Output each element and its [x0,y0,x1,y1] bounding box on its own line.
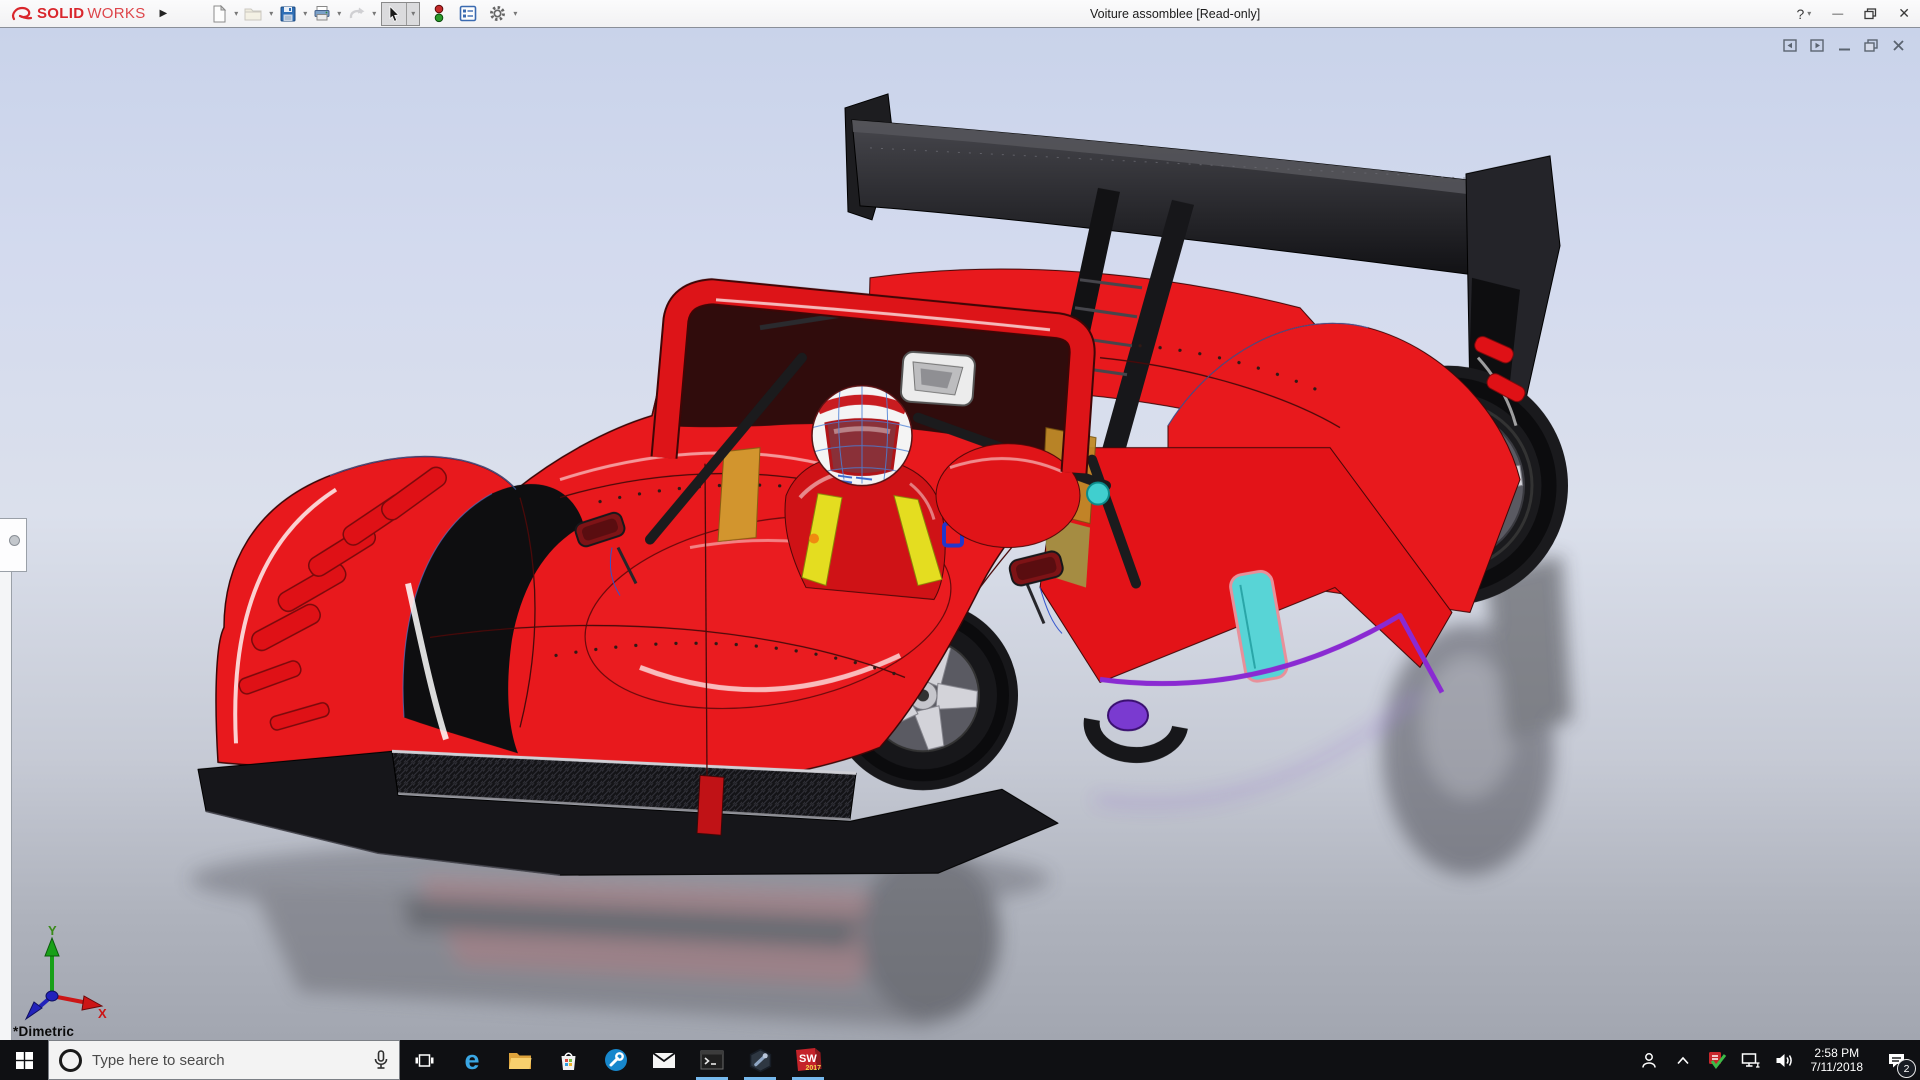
diagnostics-hexagon-icon [749,1049,772,1072]
volume-icon[interactable] [1770,1040,1800,1080]
close-button[interactable]: ✕ [1898,5,1910,22]
app-title-bar: SOLIDWORKS ▶ ▾ ▾ ▾ ▾ ▾ ▾ [0,0,1920,28]
dropdown-caret-icon[interactable]: ▾ [335,9,343,18]
menu-expand-arrow-icon[interactable]: ▶ [160,8,168,19]
undo-button[interactable] [344,2,369,26]
support-wrench-button[interactable] [592,1040,640,1080]
app-window-controls: ?▾ — ✕ [1796,0,1910,27]
rebuild-button[interactable] [429,2,449,26]
task-view-button[interactable] [400,1040,448,1080]
mail-button[interactable] [640,1040,688,1080]
options-gear-icon [488,4,507,23]
support-wrench-icon [604,1048,628,1072]
hidden-icons-chevron-icon[interactable] [1668,1040,1698,1080]
teal-fitting [1087,483,1109,505]
search-input[interactable]: Type here to search [48,1040,400,1080]
command-prompt-icon [700,1050,724,1070]
feature-pane-splitter[interactable] [0,518,12,1040]
minimize-icon[interactable] [1836,38,1852,52]
clock-date: 7/11/2018 [1811,1060,1864,1074]
solidworks-logo: SOLIDWORKS [0,0,154,27]
window-title: Voiture assomblee [Read-only] [1090,0,1260,27]
people-icon[interactable] [1634,1040,1664,1080]
taskbar-clock[interactable]: 2:58 PM 7/11/2018 [1804,1046,1871,1074]
open-button[interactable] [241,2,266,26]
help-button[interactable]: ?▾ [1796,6,1811,22]
brand-name-bold: SOLID [37,5,84,22]
triad-x-label: X [98,1006,107,1021]
system-tray: 2:58 PM 7/11/2018 2 [1634,1040,1920,1080]
solidworks-app-window: SOLIDWORKS ▶ ▾ ▾ ▾ ▾ ▾ ▾ [0,0,1920,1080]
network-icon[interactable] [1736,1040,1766,1080]
microphone-icon[interactable] [373,1050,389,1070]
search-placeholder: Type here to search [92,1052,363,1069]
sw-icon-letters: SW [799,1053,817,1065]
main-toolbar: ▾ ▾ ▾ ▾ ▾ ▾ [207,2,519,26]
save-button[interactable] [276,2,300,26]
pane-handle-dot[interactable] [9,535,20,546]
store-icon [558,1050,579,1071]
dropdown-caret-icon[interactable]: ▾ [406,3,419,25]
triad-y-label: Y [48,924,57,938]
close-icon[interactable] [1890,38,1906,52]
dropdown-caret-icon[interactable]: ▾ [511,9,519,18]
minimize-button[interactable]: — [1832,8,1843,20]
show-right-pane-icon[interactable] [1809,38,1825,52]
dropdown-caret-icon[interactable]: ▾ [301,9,309,18]
sw-icon-year: 2017 [806,1065,822,1072]
file-explorer-button[interactable] [496,1040,544,1080]
start-button[interactable] [0,1040,48,1080]
graphics-viewport[interactable]: Y X *Dimetric [0,27,1920,1040]
orange-dot [809,534,819,544]
new-document-icon [210,5,228,23]
diagnostics-hexagon-button[interactable] [736,1040,784,1080]
print-button[interactable] [310,2,334,26]
display-pane-button[interactable] [456,2,480,26]
dropdown-caret-icon[interactable]: ▾ [232,9,240,18]
rebuild-traffic-light-icon [432,4,446,23]
action-center-button[interactable]: 2 [1874,1040,1918,1080]
dropdown-caret-icon[interactable]: ▾ [267,9,275,18]
store-button[interactable] [544,1040,592,1080]
save-floppy-icon [279,5,297,23]
edge-icon: e [464,1047,479,1074]
edge-button[interactable]: e [448,1040,496,1080]
open-folder-icon [244,5,263,22]
clock-time: 2:58 PM [1814,1046,1859,1060]
select-tool-button[interactable]: ▾ [381,2,420,26]
cortana-circle-icon[interactable] [59,1049,82,1072]
3d-model-scene[interactable] [0,28,1920,1040]
undo-icon [347,5,366,22]
solidworks-3ds-swoosh-icon [10,5,34,23]
dropdown-caret-icon[interactable]: ▾ [370,9,378,18]
brand-name-light: WORKS [87,5,145,22]
intake-box [900,351,975,406]
notification-count-badge: 2 [1897,1059,1916,1078]
orientation-triad: Y X [12,924,107,1024]
feature-pane-collapsed-tab[interactable] [0,518,27,572]
taskbar-apps: e SW [400,1040,832,1080]
view-orientation-label: *Dimetric [13,1024,74,1039]
command-prompt-button[interactable] [688,1040,736,1080]
restore-window-icon[interactable] [1864,8,1877,20]
task-view-icon [415,1052,434,1069]
mail-icon [652,1052,676,1069]
solidworks-status-icon[interactable] [1702,1040,1732,1080]
print-icon [313,5,331,22]
document-window-controls [1782,38,1906,52]
show-left-pane-icon[interactable] [1782,38,1798,52]
new-document-button[interactable] [207,2,231,26]
display-pane-icon [459,5,477,22]
solidworks-2017-button[interactable]: SW 2017 [784,1040,832,1080]
windows-start-icon [16,1052,33,1069]
select-arrow-icon[interactable] [382,3,406,25]
file-explorer-icon [508,1051,532,1070]
windows-taskbar: Type here to search e [0,1040,1920,1080]
restore-icon[interactable] [1863,38,1879,52]
options-button[interactable] [485,2,510,26]
solidworks-2017-icon: SW 2017 [793,1046,823,1075]
dropdown-caret-icon[interactable]: ▾ [1807,9,1811,18]
